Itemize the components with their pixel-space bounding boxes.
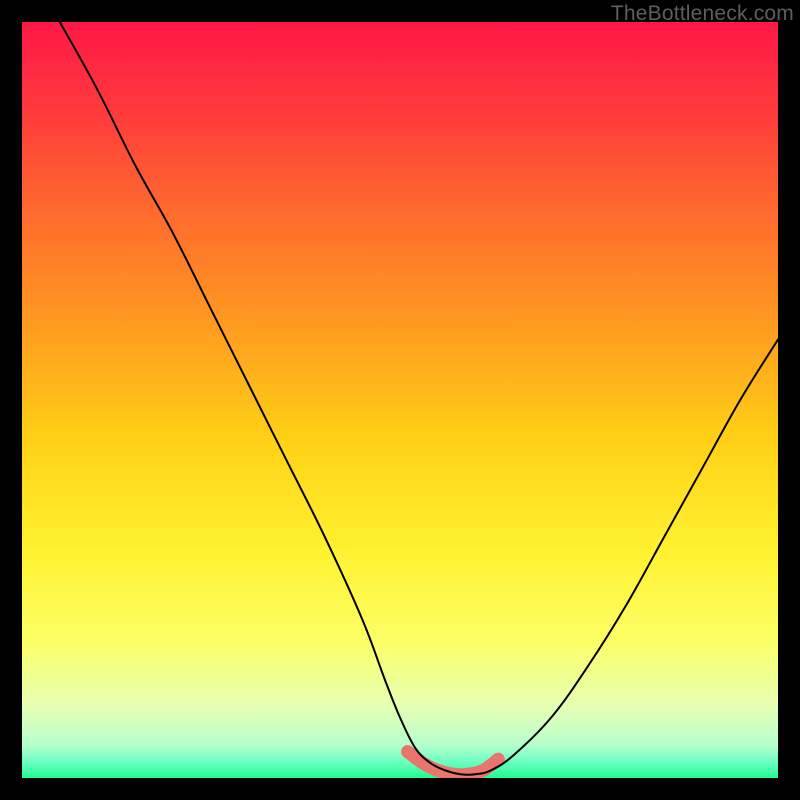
chart-plot-area (22, 22, 778, 778)
chart-background-gradient (22, 22, 778, 778)
chart-frame: TheBottleneck.com (0, 0, 800, 800)
watermark-text: TheBottleneck.com (611, 2, 794, 26)
chart-svg (22, 22, 778, 778)
